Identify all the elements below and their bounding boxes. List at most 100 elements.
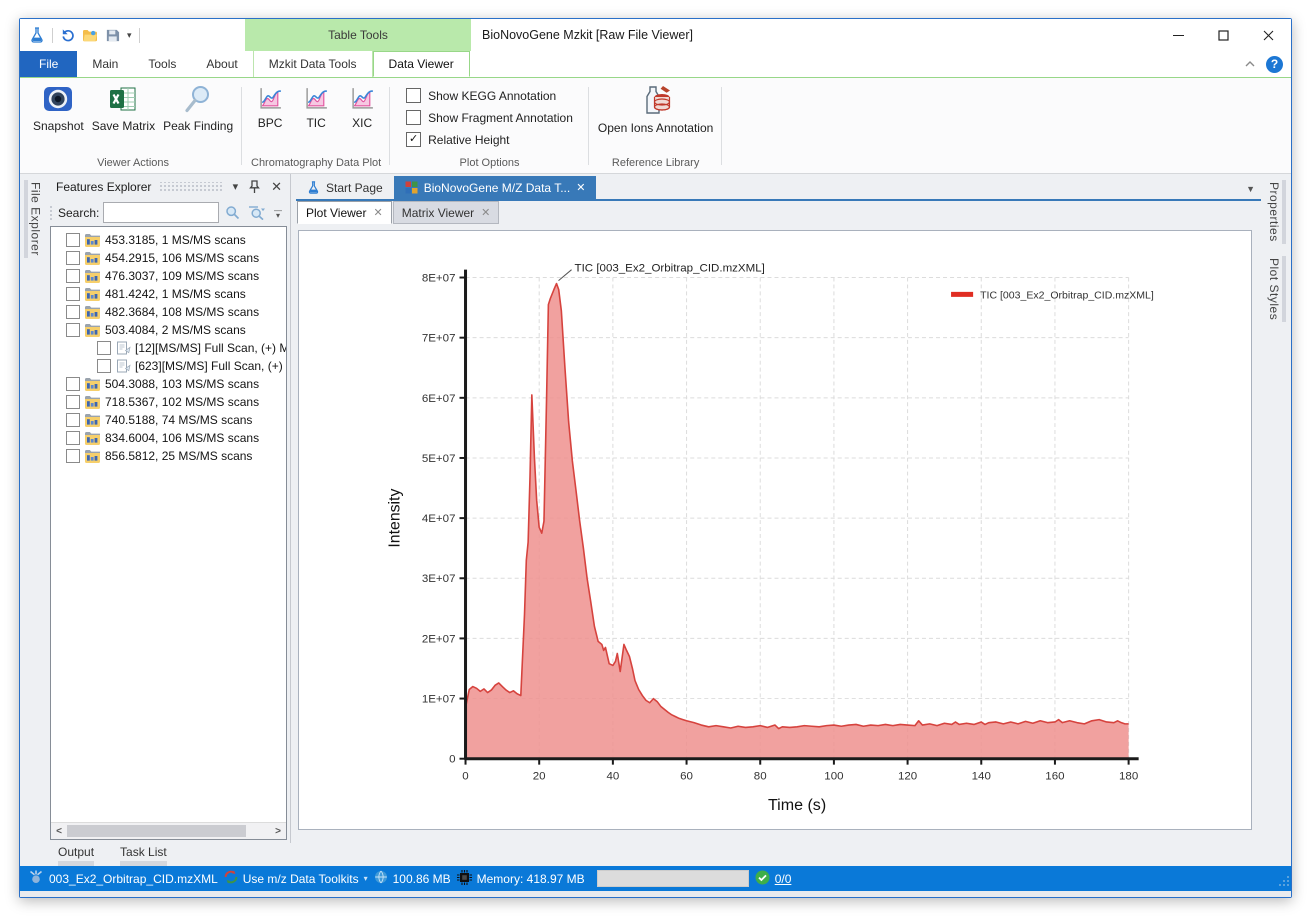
tree-item[interactable]: 482.3684, 108 MS/MS scans [51, 303, 286, 321]
tree-item-checkbox[interactable] [66, 377, 80, 391]
subtab-matrix-viewer[interactable]: Matrix Viewer✕ [393, 201, 500, 224]
tab-close-icon[interactable]: ✕ [576, 181, 585, 194]
tree-item[interactable]: 503.4084, 2 MS/MS scans [51, 321, 286, 339]
collapse-ribbon-icon[interactable] [1244, 57, 1256, 71]
tab-indicator [1282, 180, 1286, 244]
tab-properties-label: Properties [1266, 180, 1282, 244]
tab-task-list[interactable]: Task List [120, 843, 167, 866]
peak-finding-button[interactable]: Peak Finding [160, 83, 236, 134]
subtab-label: Plot Viewer [306, 206, 366, 220]
checkbox-show-kegg-annotation[interactable]: Show KEGG Annotation [406, 88, 573, 103]
tree-item[interactable]: 740.5188, 74 MS/MS scans [51, 411, 286, 429]
menu-tab-tools[interactable]: Tools [133, 51, 191, 77]
subtab-close-icon[interactable]: ✕ [481, 206, 490, 219]
tree-item-checkbox[interactable] [66, 269, 80, 283]
tab-indicator [1282, 256, 1286, 322]
svg-text:3E+07: 3E+07 [422, 573, 456, 585]
features-explorer-panel: Features Explorer ▾ ✕ Search: —▾ 453.318… [47, 174, 291, 843]
tree-item-checkbox[interactable] [66, 395, 80, 409]
network-label: 100.86 MB [393, 872, 451, 886]
menu-tab-mzkit-data-tools[interactable]: Mzkit Data Tools [253, 51, 373, 77]
tic-button[interactable]: TIC [294, 83, 338, 130]
title-bar: ▾ Table Tools BioNovoGene Mzkit [Raw Fil… [20, 19, 1291, 51]
tree-item-checkbox[interactable] [66, 287, 80, 301]
checkbox-box[interactable]: ✓ [406, 132, 421, 147]
tree-item-checkbox[interactable] [66, 413, 80, 427]
tab-file-explorer[interactable]: File Explorer [24, 180, 44, 258]
tab-list-dropdown-icon[interactable]: ▼ [1246, 184, 1255, 194]
help-icon[interactable]: ? [1266, 56, 1283, 73]
menu-tab-main[interactable]: Main [77, 51, 133, 77]
tree-item-checkbox[interactable] [66, 233, 80, 247]
document-tab-start-page[interactable]: Start Page [296, 176, 394, 199]
tab-output[interactable]: Output [58, 843, 94, 866]
undo-icon[interactable] [60, 28, 75, 43]
tree-item[interactable]: [623][MS/MS] Full Scan, (+) [51, 357, 286, 375]
checkbox-relative-height[interactable]: ✓Relative Height [406, 132, 573, 147]
search-icon[interactable] [223, 205, 242, 220]
checkbox-show-fragment-annotation[interactable]: Show Fragment Annotation [406, 110, 573, 125]
maximize-button[interactable] [1201, 19, 1246, 51]
tree-item[interactable]: 504.3088, 103 MS/MS scans [51, 375, 286, 393]
toolbar-overflow-icon[interactable]: —▾ [271, 208, 285, 218]
toolkit-dropdown-icon[interactable]: ▾ [364, 874, 368, 883]
tree-item[interactable]: 453.3185, 1 MS/MS scans [51, 231, 286, 249]
tree-item[interactable]: 481.4242, 1 MS/MS scans [51, 285, 286, 303]
qat-dropdown-icon[interactable]: ▾ [127, 30, 132, 41]
tree-item-checkbox[interactable] [66, 251, 80, 265]
tab-properties[interactable]: Properties [1266, 180, 1286, 244]
menu-tab-data-viewer[interactable]: Data Viewer [373, 51, 470, 77]
tic-chromatogram-chart[interactable]: 02040608010012014016018001E+072E+073E+07… [299, 231, 1251, 829]
menu-tab-file[interactable]: File [20, 51, 77, 77]
tab-output-label: Output [58, 845, 94, 859]
tree-item-checkbox[interactable] [66, 323, 80, 337]
open-folder-icon[interactable] [82, 28, 98, 42]
tree-item-checkbox[interactable] [97, 341, 111, 355]
close-button[interactable] [1246, 19, 1291, 51]
ribbon-group-label: Chromatography Data Plot [246, 156, 386, 173]
bpc-button[interactable]: BPC [248, 83, 292, 130]
toolkit-status[interactable]: Use m/z Data Toolkits ▾ [224, 870, 368, 887]
scrollbar-thumb[interactable] [67, 825, 246, 837]
scroll-left-icon[interactable]: < [51, 826, 67, 837]
task-counter-link[interactable]: 0/0 [775, 872, 792, 886]
checkbox-box[interactable] [406, 88, 421, 103]
scroll-right-icon[interactable]: > [270, 826, 286, 837]
save-matrix-button[interactable]: Save Matrix [89, 83, 158, 134]
open-ions-annotation-button[interactable]: Open Ions Annotation [595, 83, 716, 136]
xic-button[interactable]: XIC [340, 83, 384, 130]
contextual-tab-group: Table Tools [245, 19, 471, 51]
save-icon[interactable] [105, 28, 120, 43]
tree-item[interactable]: 834.6004, 106 MS/MS scans [51, 429, 286, 447]
viewer-subtab-strip: Plot Viewer✕Matrix Viewer✕ [296, 201, 1261, 224]
subtab-close-icon[interactable]: ✕ [373, 206, 382, 219]
panel-menu-icon[interactable]: ▾ [230, 180, 242, 193]
tree-item[interactable]: 454.2915, 106 MS/MS scans [51, 249, 286, 267]
snapshot-button[interactable]: Snapshot [30, 83, 87, 134]
tree-item-checkbox[interactable] [66, 449, 80, 463]
tree-item-checkbox[interactable] [97, 359, 111, 373]
search-advanced-icon[interactable] [246, 205, 267, 220]
plot-viewer-panel[interactable]: 02040608010012014016018001E+072E+073E+07… [298, 230, 1252, 830]
tree-item-checkbox[interactable] [66, 305, 80, 319]
tree-item[interactable]: [12][MS/MS] Full Scan, (+) M [51, 339, 286, 357]
document-tab-bionovogene-m-z-data-t[interactable]: BioNovoGene M/Z Data T...✕ [394, 176, 597, 199]
search-input[interactable] [103, 202, 219, 223]
tab-plot-styles[interactable]: Plot Styles [1266, 256, 1286, 322]
tree-item[interactable]: 476.3037, 109 MS/MS scans [51, 267, 286, 285]
tree-item[interactable]: 856.5812, 25 MS/MS scans [51, 447, 286, 465]
flask-small-icon [307, 181, 320, 194]
open-ions-annotation-label: Open Ions Annotation [598, 121, 713, 135]
tree-item-checkbox[interactable] [66, 431, 80, 445]
tree-item[interactable]: 718.5367, 102 MS/MS scans [51, 393, 286, 411]
minimize-button[interactable] [1156, 19, 1201, 51]
subtab-plot-viewer[interactable]: Plot Viewer ✕ [297, 201, 392, 224]
panel-close-icon[interactable]: ✕ [268, 179, 285, 195]
search-row: Search: —▾ [47, 199, 290, 226]
checkbox-box[interactable] [406, 110, 421, 125]
resize-grip[interactable] [1279, 875, 1289, 889]
horizontal-scrollbar[interactable]: < > [51, 822, 286, 839]
svg-text:80: 80 [754, 771, 767, 783]
menu-tab-about[interactable]: About [191, 51, 252, 77]
pin-icon[interactable] [246, 180, 263, 194]
